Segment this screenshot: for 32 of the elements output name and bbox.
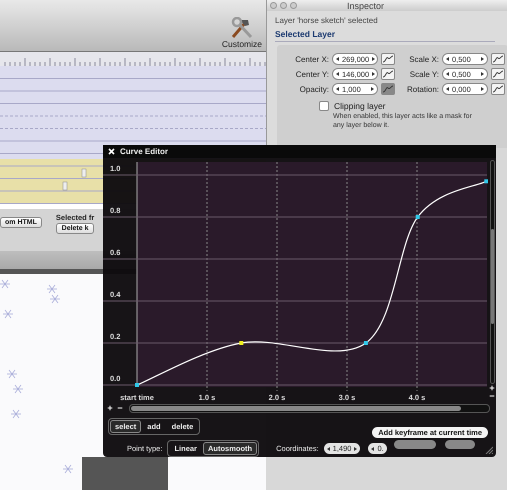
curve-button[interactable] [491, 83, 505, 95]
zoom-button[interactable]: − [488, 392, 496, 400]
clipping-checkbox[interactable] [319, 101, 329, 111]
keyframe-point[interactable] [239, 341, 244, 345]
curve-button[interactable] [381, 53, 395, 65]
field-label: Opacity: [300, 84, 329, 94]
keyframe-point[interactable] [364, 341, 368, 345]
clipping-label: Clipping layer [334, 101, 386, 111]
keyframe-point[interactable] [416, 215, 420, 219]
window-title: Curve Editor [120, 147, 168, 156]
customize-label[interactable]: Customize [222, 39, 262, 49]
blank-button[interactable] [444, 440, 475, 449]
curve-button[interactable] [381, 83, 395, 95]
field-label: Center Y: [296, 70, 329, 78]
zoom-button[interactable]: + [106, 404, 114, 412]
zoom-button[interactable]: + [488, 384, 496, 392]
section-header: Selected Layer [275, 29, 495, 42]
curve-button[interactable] [381, 68, 395, 80]
blank-button[interactable] [394, 440, 436, 449]
field-label: Center X: [295, 54, 329, 64]
field-label: Scale X: [409, 54, 439, 64]
status-text: Layer 'horse sketch' selected [275, 16, 379, 25]
field-label: Scale Y: [410, 70, 439, 78]
resize-grip-icon[interactable] [485, 446, 493, 454]
window-title: Inspector [347, 0, 384, 10]
close-icon[interactable] [108, 148, 115, 155]
field-label: Rotation: [406, 84, 439, 94]
curve-button[interactable] [491, 68, 505, 80]
horizontal-scrollbar[interactable] [129, 404, 490, 412]
curve-button[interactable] [491, 53, 505, 65]
zoom-button[interactable]: − [116, 404, 124, 412]
vertical-scrollbar[interactable] [490, 160, 494, 384]
